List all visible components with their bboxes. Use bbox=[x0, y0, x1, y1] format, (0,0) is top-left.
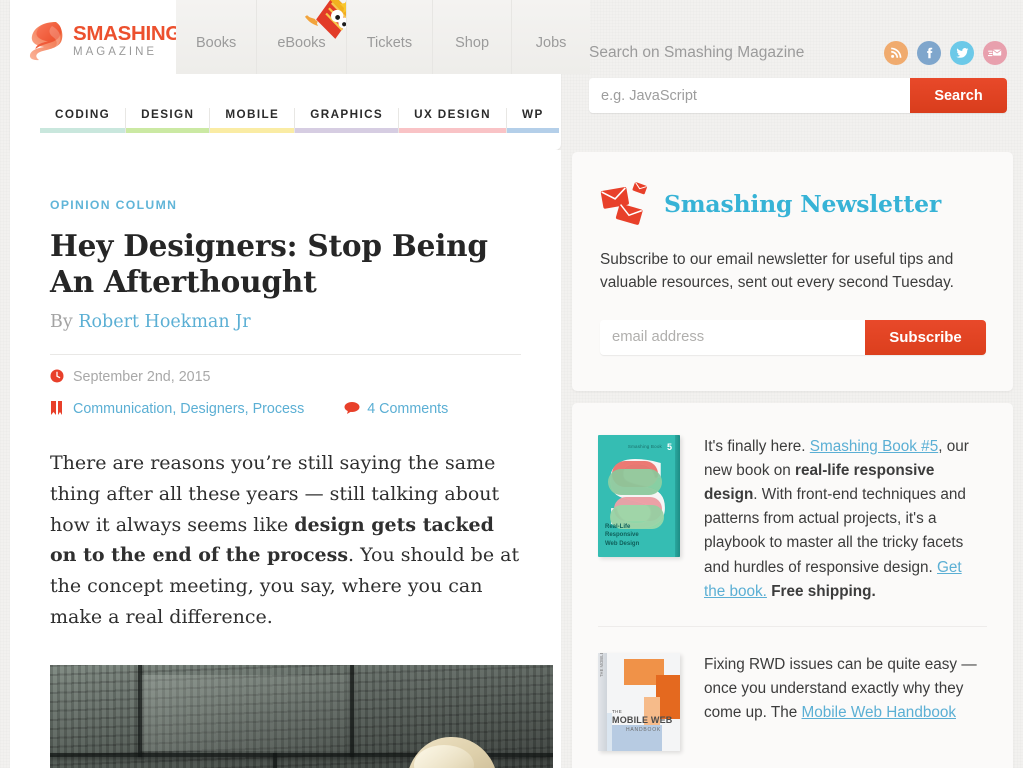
boy-hair bbox=[406, 736, 498, 768]
site-header: SMASHING MAGAZINE CODING DESIGN MOBILE G… bbox=[0, 0, 1023, 150]
promo-smashing-book-5: S S Smashing Book 5 Real-Life Responsive… bbox=[598, 427, 987, 626]
cover-subtitle: Real-Life Responsive Web Design bbox=[605, 523, 640, 548]
utility-item-tickets[interactable]: Tickets bbox=[345, 0, 433, 74]
cover-title: MOBILE WEB bbox=[612, 714, 673, 725]
envelopes-icon bbox=[600, 182, 652, 226]
site-logo[interactable]: SMASHING MAGAZINE bbox=[28, 16, 188, 64]
utility-label: eBooks bbox=[277, 35, 326, 51]
utility-nav: Books eBooks Tickets Shop Jobs bbox=[176, 0, 591, 74]
category-underline bbox=[507, 128, 559, 133]
promo-mobile-web-handbook: THE MOBILE WEB THE MOBILE WEB HANDBOOK F… bbox=[598, 625, 987, 768]
promo-bold-2: Free shipping. bbox=[771, 582, 876, 600]
newsletter-header: Smashing Newsletter bbox=[600, 182, 985, 226]
cover-spine bbox=[675, 434, 680, 557]
article-date: September 2nd, 2015 bbox=[73, 368, 211, 385]
newsletter-form: Subscribe bbox=[600, 319, 986, 355]
category-item-graphics[interactable]: GRAPHICS bbox=[295, 108, 400, 133]
article-body: There are reasons you’re still saying th… bbox=[50, 448, 521, 633]
article-tag-row: Communication, Designers, Process 4 Comm… bbox=[50, 401, 521, 417]
wall-seam bbox=[350, 664, 354, 757]
smashing-logo-icon bbox=[28, 19, 66, 61]
article-date-row: September 2nd, 2015 bbox=[50, 369, 521, 385]
cover-series-label: Smashing Book bbox=[627, 443, 662, 449]
mobile-web-handbook-link[interactable]: Mobile Web Handbook bbox=[802, 704, 956, 721]
article-kicker[interactable]: OPINION COLUMN bbox=[50, 198, 177, 212]
category-nav: CODING DESIGN MOBILE GRAPHICS UX DESIGN … bbox=[40, 108, 559, 133]
category-label: WP bbox=[522, 108, 544, 121]
wall-seam bbox=[138, 664, 142, 757]
twitter-icon[interactable] bbox=[950, 41, 974, 65]
boy-figure bbox=[396, 736, 512, 768]
article-tags[interactable]: Communication, Designers, Process bbox=[73, 401, 304, 417]
utility-item-books[interactable]: Books bbox=[176, 0, 257, 74]
promo-text: It's finally here. Smashing Book #5, our… bbox=[704, 435, 987, 604]
smashing-book-5-link[interactable]: Smashing Book #5 bbox=[810, 438, 938, 455]
author-link[interactable]: Robert Hoekman Jr bbox=[78, 312, 250, 332]
sidebar: Smashing Newsletter Subscribe to our ema… bbox=[572, 152, 1013, 768]
category-item-ux-design[interactable]: UX DESIGN bbox=[399, 108, 508, 133]
category-label: UX DESIGN bbox=[414, 108, 492, 121]
article-byline: By Robert Hoekman Jr bbox=[50, 312, 521, 332]
promo-text-1: It's finally here. bbox=[704, 437, 810, 455]
newsletter-title: Smashing Newsletter bbox=[664, 190, 942, 218]
search-label: Search on Smashing Magazine bbox=[589, 44, 805, 61]
utility-label: Shop bbox=[455, 35, 490, 51]
smashing-book-5-cover: S S Smashing Book 5 Real-Life Responsive… bbox=[598, 434, 680, 557]
clock-icon bbox=[50, 369, 64, 384]
utility-item-ebooks[interactable]: eBooks bbox=[256, 0, 356, 74]
logo-text-magazine: MAGAZINE bbox=[73, 46, 158, 58]
utility-item-shop[interactable]: Shop bbox=[432, 0, 512, 74]
category-item-mobile[interactable]: MOBILE bbox=[210, 108, 296, 133]
meta-divider bbox=[50, 353, 521, 355]
cover-spine-text: THE MOBILE WEB bbox=[599, 652, 604, 677]
newsletter-description: Subscribe to our email newsletter for us… bbox=[600, 251, 954, 292]
newsletter-card: Smashing Newsletter Subscribe to our ema… bbox=[572, 152, 1013, 391]
search-button[interactable]: Search bbox=[910, 78, 1007, 113]
utility-label: Books bbox=[196, 35, 237, 51]
category-underline bbox=[210, 128, 295, 133]
mail-icon[interactable] bbox=[983, 41, 1007, 65]
promos-card: S S Smashing Book 5 Real-Life Responsive… bbox=[572, 402, 1013, 768]
category-underline bbox=[40, 128, 126, 133]
wall-highlight bbox=[140, 674, 355, 751]
byline-prefix: By bbox=[50, 311, 73, 332]
bookmark-icon bbox=[50, 401, 64, 416]
cover-the: THE bbox=[612, 708, 623, 714]
category-underline bbox=[126, 128, 210, 133]
article-title: Hey Designers: Stop Being An Afterthough… bbox=[50, 228, 488, 299]
comments-link[interactable]: 4 Comments bbox=[367, 401, 448, 417]
category-label: CODING bbox=[55, 108, 111, 121]
facebook-icon[interactable] bbox=[917, 41, 941, 65]
comment-bubble-icon bbox=[344, 401, 360, 416]
utility-item-jobs[interactable]: Jobs bbox=[511, 0, 591, 74]
promo-text: Fixing RWD issues can be quite easy — on… bbox=[704, 653, 987, 751]
cover-number: 5 bbox=[666, 441, 672, 452]
category-underline bbox=[295, 128, 399, 133]
category-label: DESIGN bbox=[141, 108, 195, 121]
search-input[interactable] bbox=[589, 78, 910, 113]
social-icons bbox=[884, 41, 1007, 65]
utility-label: Jobs bbox=[535, 35, 567, 51]
search-block: Search on Smashing Magazine e.g. JavaScr… bbox=[589, 0, 1009, 150]
category-underline bbox=[399, 128, 507, 133]
utility-label: Tickets bbox=[366, 35, 413, 51]
category-item-coding[interactable]: CODING bbox=[40, 108, 127, 133]
promo-cover[interactable]: THE MOBILE WEB THE MOBILE WEB HANDBOOK bbox=[598, 652, 680, 751]
mobile-web-handbook-cover: THE MOBILE WEB THE MOBILE WEB HANDBOOK bbox=[598, 652, 680, 751]
category-item-wp[interactable]: WP bbox=[507, 108, 559, 133]
newsletter-email-input[interactable] bbox=[600, 319, 865, 355]
category-item-design[interactable]: DESIGN bbox=[126, 108, 211, 133]
newsletter-subscribe-button[interactable]: Subscribe bbox=[865, 319, 986, 355]
cover-subtitle: HANDBOOK bbox=[626, 726, 662, 733]
article-photo bbox=[50, 664, 553, 768]
category-label: GRAPHICS bbox=[310, 108, 384, 121]
promo-cover[interactable]: S S Smashing Book 5 Real-Life Responsive… bbox=[598, 434, 680, 604]
logo-text-smashing: SMASHING bbox=[73, 21, 182, 45]
wall-seam bbox=[273, 752, 277, 768]
category-label: MOBILE bbox=[225, 108, 280, 121]
article-panel: OPINION COLUMN Hey Designers: Stop Being… bbox=[10, 150, 561, 768]
search-form: Search bbox=[589, 78, 1007, 113]
rss-icon[interactable] bbox=[884, 41, 908, 65]
